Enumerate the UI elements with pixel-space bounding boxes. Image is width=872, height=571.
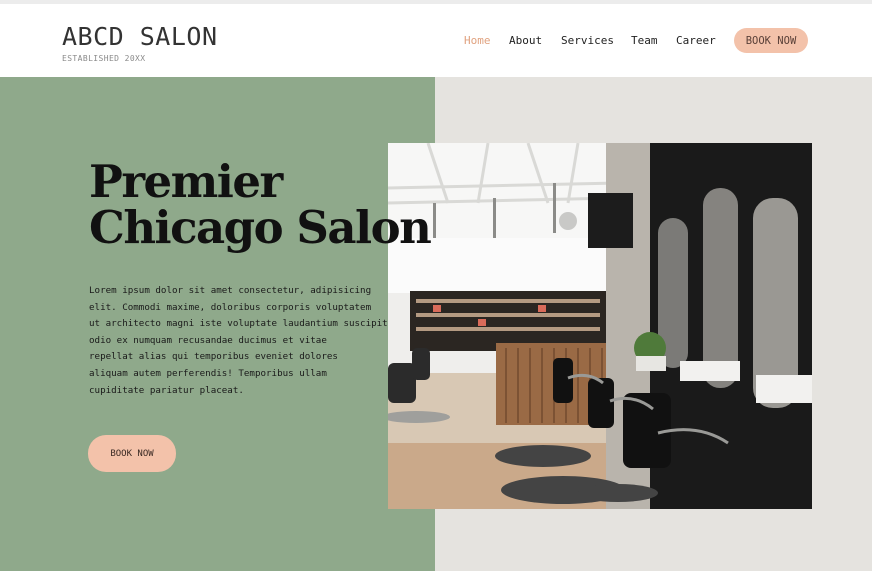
hero-section: Premier Chicago Salon Lorem ipsum dolor … <box>0 77 872 571</box>
hero-description-line: Lorem ipsum dolor sit amet consectetur, … <box>89 285 372 296</box>
hero-title-line-1: Premier <box>89 155 283 208</box>
hero-book-now-button[interactable]: BOOK NOW <box>88 435 176 472</box>
hero-description-line: cupiditate pariatur placeat. <box>89 384 244 396</box>
hero-description-line: aliquam autem perferendis! Temporibus ul… <box>89 367 327 379</box>
brand-tagline: ESTABLISHED 20XX <box>62 54 146 63</box>
nav-link-team[interactable]: Team <box>631 34 658 48</box>
header-book-now-button[interactable]: BOOK NOW <box>734 28 808 53</box>
hero-title-line-2: Chicago Salon <box>89 201 432 254</box>
nav-link-about[interactable]: About <box>509 34 542 48</box>
nav-link-career[interactable]: Career <box>676 34 716 48</box>
hero-description-line: odio ex numquam recusandae ducimus et vi… <box>89 334 327 346</box>
hero-title: Premier Chicago Salon <box>89 155 432 254</box>
salon-interior-photo <box>388 143 812 509</box>
nav-link-services[interactable]: Services <box>561 34 614 48</box>
hero-description-line: elit. Commodi maxime, doloribus corporis… <box>89 301 372 313</box>
nav-link-home[interactable]: Home <box>464 34 491 48</box>
hero-description-line: ut architecto magni iste voluptate lauda… <box>89 318 388 330</box>
site-header: ABCD SALON ESTABLISHED 20XX Home About S… <box>0 4 872 77</box>
hero-description: Lorem ipsum dolor sit amet consectetur, … <box>89 283 391 399</box>
hero-description-line: repellat alias qui temporibus eveniet do… <box>89 351 338 363</box>
